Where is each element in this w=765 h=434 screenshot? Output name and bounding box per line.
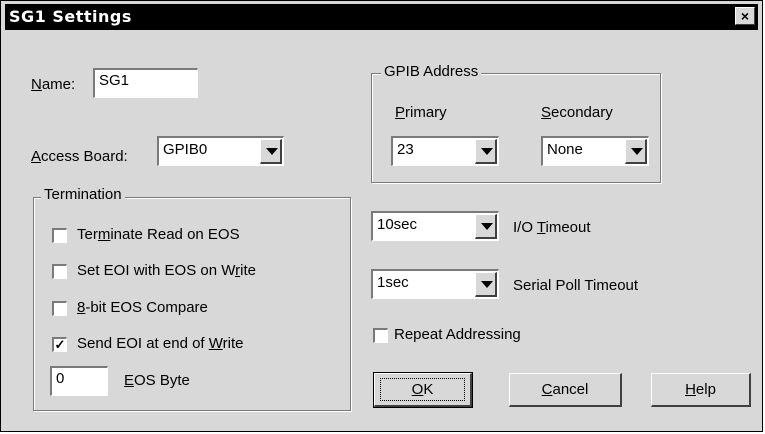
serial-poll-timeout-label: Serial Poll Timeout xyxy=(513,277,639,294)
serial-poll-timeout-select[interactable]: 1sec xyxy=(371,269,499,299)
io-timeout-value: 10sec xyxy=(377,216,418,233)
window-title: SG1 Settings xyxy=(9,7,132,26)
eos-compare-checkbox[interactable] xyxy=(52,301,67,316)
secondary-address-value: None xyxy=(547,141,583,158)
access-board-select[interactable]: GPIB0 xyxy=(157,136,284,166)
close-icon: × xyxy=(740,8,750,24)
ok-button[interactable]: OK xyxy=(373,372,473,408)
repeat-addressing-label: Repeat Addressing xyxy=(394,326,521,343)
name-value: SG1 xyxy=(99,72,130,89)
check-icon: ✓ xyxy=(54,337,66,352)
termination-group-title: Termination xyxy=(41,186,125,203)
eos-byte-value: 0 xyxy=(56,370,65,387)
gpib-address-group xyxy=(371,73,661,183)
name-input[interactable]: SG1 xyxy=(93,68,198,98)
io-timeout-select[interactable]: 10sec xyxy=(371,211,499,241)
chevron-down-icon[interactable] xyxy=(260,139,282,164)
chevron-down-icon[interactable] xyxy=(475,214,497,239)
secondary-label: Secondary xyxy=(541,104,613,121)
secondary-address-select[interactable]: None xyxy=(541,136,649,166)
io-timeout-label: I/O Timeout xyxy=(513,219,591,236)
name-label: Name: xyxy=(31,76,76,93)
repeat-addressing-checkbox[interactable] xyxy=(373,328,388,343)
help-button[interactable]: Help xyxy=(651,373,751,407)
eos-byte-input[interactable]: 0 xyxy=(50,366,108,396)
set-eoi-label: Set EOI with EOS on Write xyxy=(77,262,256,279)
eos-byte-label: EOS Byte xyxy=(124,372,190,389)
close-button[interactable]: × xyxy=(735,7,755,25)
serial-poll-timeout-value: 1sec xyxy=(377,274,409,291)
primary-label: Primary xyxy=(395,104,447,121)
cancel-button-label: Cancel xyxy=(541,381,589,398)
gpib-address-group-title: GPIB Address xyxy=(381,63,482,80)
cancel-button[interactable]: Cancel xyxy=(509,373,622,407)
terminate-read-checkbox[interactable] xyxy=(52,228,67,243)
settings-dialog: SG1 Settings × Name: SG1 Access Board: G… xyxy=(0,0,763,432)
access-board-value: GPIB0 xyxy=(163,141,208,158)
send-eoi-checkbox[interactable]: ✓ xyxy=(52,337,67,352)
eos-compare-label: 8-bit EOS Compare xyxy=(77,299,208,316)
terminate-read-label: Terminate Read on EOS xyxy=(77,226,240,243)
primary-address-value: 23 xyxy=(397,141,414,158)
access-board-label: Access Board: xyxy=(31,148,128,165)
chevron-down-icon[interactable] xyxy=(475,272,497,297)
ok-button-label: OK xyxy=(411,381,434,398)
primary-address-select[interactable]: 23 xyxy=(391,136,499,166)
send-eoi-label: Send EOI at end of Write xyxy=(77,335,244,352)
set-eoi-checkbox[interactable] xyxy=(52,264,67,279)
title-bar[interactable]: SG1 Settings × xyxy=(5,4,758,30)
help-button-label: Help xyxy=(685,381,716,398)
chevron-down-icon[interactable] xyxy=(475,139,497,164)
chevron-down-icon[interactable] xyxy=(625,139,647,164)
